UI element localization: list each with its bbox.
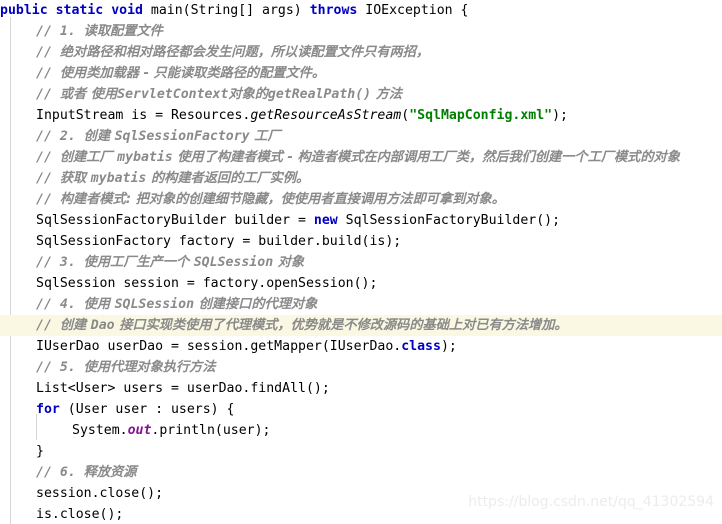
code-token: // 5. (36, 360, 84, 375)
code-token: ); (552, 108, 568, 123)
code-line[interactable]: SqlSessionFactory factory = builder.buil… (0, 231, 722, 252)
code-token: System. (72, 423, 128, 438)
code-token: SqlSessionFactory (114, 129, 250, 144)
code-token: 使用工厂生产一个 (83, 255, 194, 270)
code-token: new (313, 213, 338, 228)
code-token: IOException { (357, 3, 469, 18)
code-line[interactable]: public static void main(String[] args) t… (0, 0, 722, 21)
code-token: 使用代理对象执行方法 (83, 360, 216, 375)
code-token: is.close(); (36, 507, 124, 522)
code-line[interactable]: for (User user : users) { (0, 399, 722, 420)
code-editor-pane[interactable]: public static void main(String[] args) t… (0, 0, 722, 524)
code-token: main(String[] args) (142, 3, 310, 18)
code-token: // 4. (36, 297, 84, 312)
code-token: SqlSession session = factory.openSession… (36, 276, 378, 291)
code-token: ); (440, 339, 457, 354)
code-line[interactable]: session.close(); (0, 483, 722, 504)
code-line[interactable]: // 创建工厂 mybatis 使用了构建者模式 - 构造者模式在内部调用工厂类… (0, 147, 722, 168)
code-token: throws (309, 3, 358, 18)
code-token: List<User> users = userDao.findAll(); (36, 381, 330, 396)
code-token: 使用 (83, 297, 115, 312)
code-line[interactable]: IUserDao userDao = session.getMapper(IUs… (0, 336, 722, 357)
code-line[interactable]: // 3. 使用工厂生产一个 SQLSession 对象 (0, 252, 722, 273)
code-token: // (36, 45, 60, 60)
code-token: // (36, 66, 60, 81)
code-token: 对象的 (228, 87, 268, 102)
code-line[interactable]: // 4. 使用 SQLSession 创建接口的代理对象 (0, 294, 722, 315)
code-line[interactable]: // 2. 创建 SqlSessionFactory 工厂 (0, 126, 722, 147)
code-line[interactable]: // 构建者模式: 把对象的创建细节隐藏，使使用者直接调用方法即可拿到对象。 (0, 189, 722, 210)
code-line[interactable]: InputStream is = Resources.getResourceAs… (0, 105, 722, 126)
code-token: mybatis (117, 150, 173, 165)
code-line[interactable]: // 或者 使用ServletContext对象的getRealPath() 方… (0, 84, 722, 105)
code-token: 或者 使用 (59, 87, 118, 102)
code-token: static (55, 3, 104, 18)
code-token: 创建 (83, 129, 115, 144)
code-line[interactable]: is.close(); (0, 504, 722, 524)
code-token: mybatis (90, 171, 147, 186)
code-token: // (36, 318, 60, 333)
code-token: // (36, 150, 60, 165)
code-token: // 6. (36, 465, 84, 480)
code-line[interactable]: // 获取 mybatis 的构建者返回的工厂实例。 (0, 168, 722, 189)
code-token: (User user : users) { (59, 402, 235, 417)
code-token: 方法 (371, 87, 403, 102)
code-token: SqlSessionFactory factory = builder.buil… (36, 234, 402, 249)
code-line[interactable]: System.out.println(user); (0, 420, 722, 441)
code-token: 接口实现类使用了代理模式，优势就是不修改源码的基础上对已有方法增加。 (114, 318, 568, 333)
code-token: // (36, 192, 60, 207)
code-line[interactable]: // 使用类加载器 - 只能读取类路径的配置文件。 (0, 63, 722, 84)
code-token: // 2. (36, 129, 84, 144)
code-token: SQLSession (114, 297, 195, 312)
code-line[interactable]: // 5. 使用代理对象执行方法 (0, 357, 722, 378)
code-token: for (36, 402, 60, 417)
code-token: 获取 (59, 171, 91, 186)
code-token: getResourceAsStream (250, 108, 402, 123)
code-token: // (36, 87, 60, 102)
code-token: 对象 (273, 255, 305, 270)
code-token: public (0, 3, 48, 18)
code-line[interactable]: SqlSessionFactoryBuilder builder = new S… (0, 210, 722, 231)
code-token: // 1. (36, 24, 84, 39)
code-line-list: public static void main(String[] args) t… (0, 0, 722, 524)
code-token: .println(user); (151, 423, 271, 438)
code-token: class (401, 339, 441, 354)
code-token: 使用类加载器 - 只能读取类路径的配置文件。 (59, 66, 326, 81)
code-token: // (36, 171, 60, 186)
code-token: IUserDao userDao = session.getMapper(IUs… (36, 339, 402, 354)
code-token: ( (401, 108, 410, 123)
code-token: 使用了构建者模式 - 构造者模式在内部调用工厂类，然后我们创建一个工厂模式的对象 (172, 150, 680, 165)
code-token: Dao (90, 318, 115, 333)
code-line[interactable]: // 创建 Dao 接口实现类使用了代理模式，优势就是不修改源码的基础上对已有方… (0, 315, 722, 336)
code-token: session.close(); (36, 486, 164, 501)
code-token: // 3. (36, 255, 84, 270)
code-token: 创建接口的代理对象 (194, 297, 318, 312)
code-line[interactable]: List<User> users = userDao.findAll(); (0, 378, 722, 399)
code-token: getRealPath() (267, 87, 372, 102)
code-token: 工厂 (249, 129, 281, 144)
code-line[interactable]: } (0, 441, 722, 462)
code-token: SqlSessionFactoryBuilder builder = (36, 213, 314, 228)
code-token: InputStream is = Resources. (36, 108, 251, 123)
code-token: SQLSession (193, 255, 274, 270)
code-token: 的构建者返回的工厂实例。 (146, 171, 310, 186)
code-line[interactable]: SqlSession session = factory.openSession… (0, 273, 722, 294)
code-token: } (36, 444, 44, 459)
code-token: void (111, 3, 143, 18)
code-token: 读取配置文件 (83, 24, 163, 39)
code-token: out (127, 423, 152, 438)
code-line[interactable]: // 绝对路径和相对路径都会发生问题，所以读配置文件只有两招， (0, 42, 722, 63)
code-line[interactable]: // 1. 读取配置文件 (0, 21, 722, 42)
code-token: 创建工厂 (59, 150, 118, 165)
code-token: 绝对路径和相对路径都会发生问题，所以读配置文件只有两招， (59, 45, 430, 60)
code-line[interactable]: // 6. 释放资源 (0, 462, 722, 483)
code-token: 创建 (59, 318, 91, 333)
code-token: "SqlMapConfig.xml" (409, 108, 553, 123)
code-token: 释放资源 (83, 465, 137, 480)
code-token: 构建者模式: 把对象的创建细节隐藏，使使用者直接调用方法即可拿到对象。 (59, 192, 505, 207)
code-token: SqlSessionFactoryBuilder(); (337, 213, 561, 228)
code-token: ServletContext (117, 87, 229, 102)
